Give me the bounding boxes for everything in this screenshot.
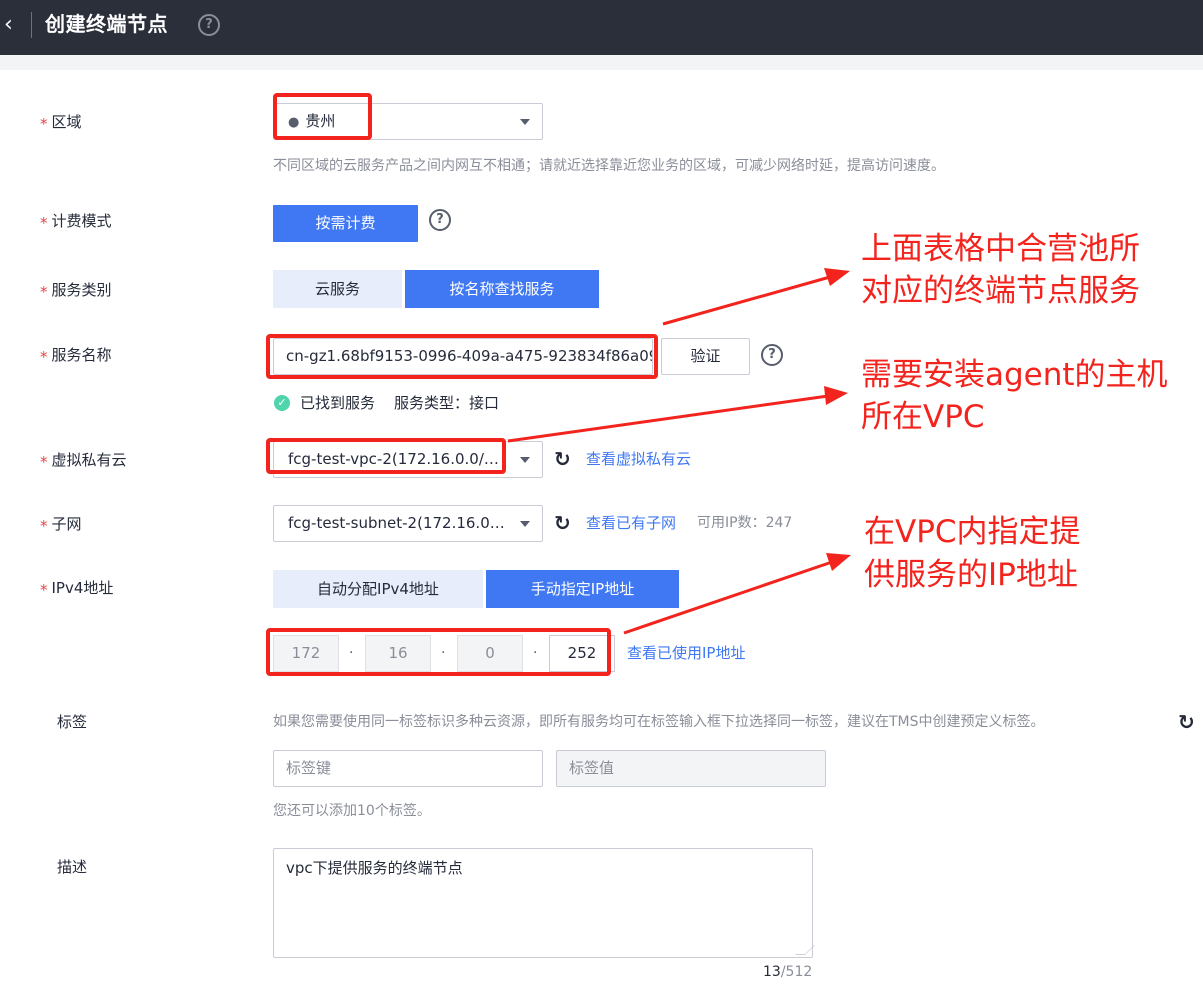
arrow-line-2: [507, 394, 829, 443]
annotation-2-line-2: 所在VPC: [861, 399, 985, 435]
arrow-head-3: [826, 553, 851, 571]
annotation-arrows: [507, 268, 851, 635]
arrow-line-1: [662, 275, 831, 326]
arrow-head-2: [824, 386, 848, 405]
annotation-3-line-2: 供服务的IP地址: [864, 557, 1078, 593]
annotation-1-line-1: 上面表格中合营池所: [861, 231, 1140, 267]
annotation-2-line-1: 需要安装agent的主机: [861, 357, 1168, 393]
annotation-3-line-1: 在VPC内指定提: [864, 514, 1081, 550]
arrow-head-1: [824, 268, 850, 286]
annotation-1-line-2: 对应的终端节点服务: [861, 273, 1140, 309]
arrow-line-3: [623, 560, 833, 635]
